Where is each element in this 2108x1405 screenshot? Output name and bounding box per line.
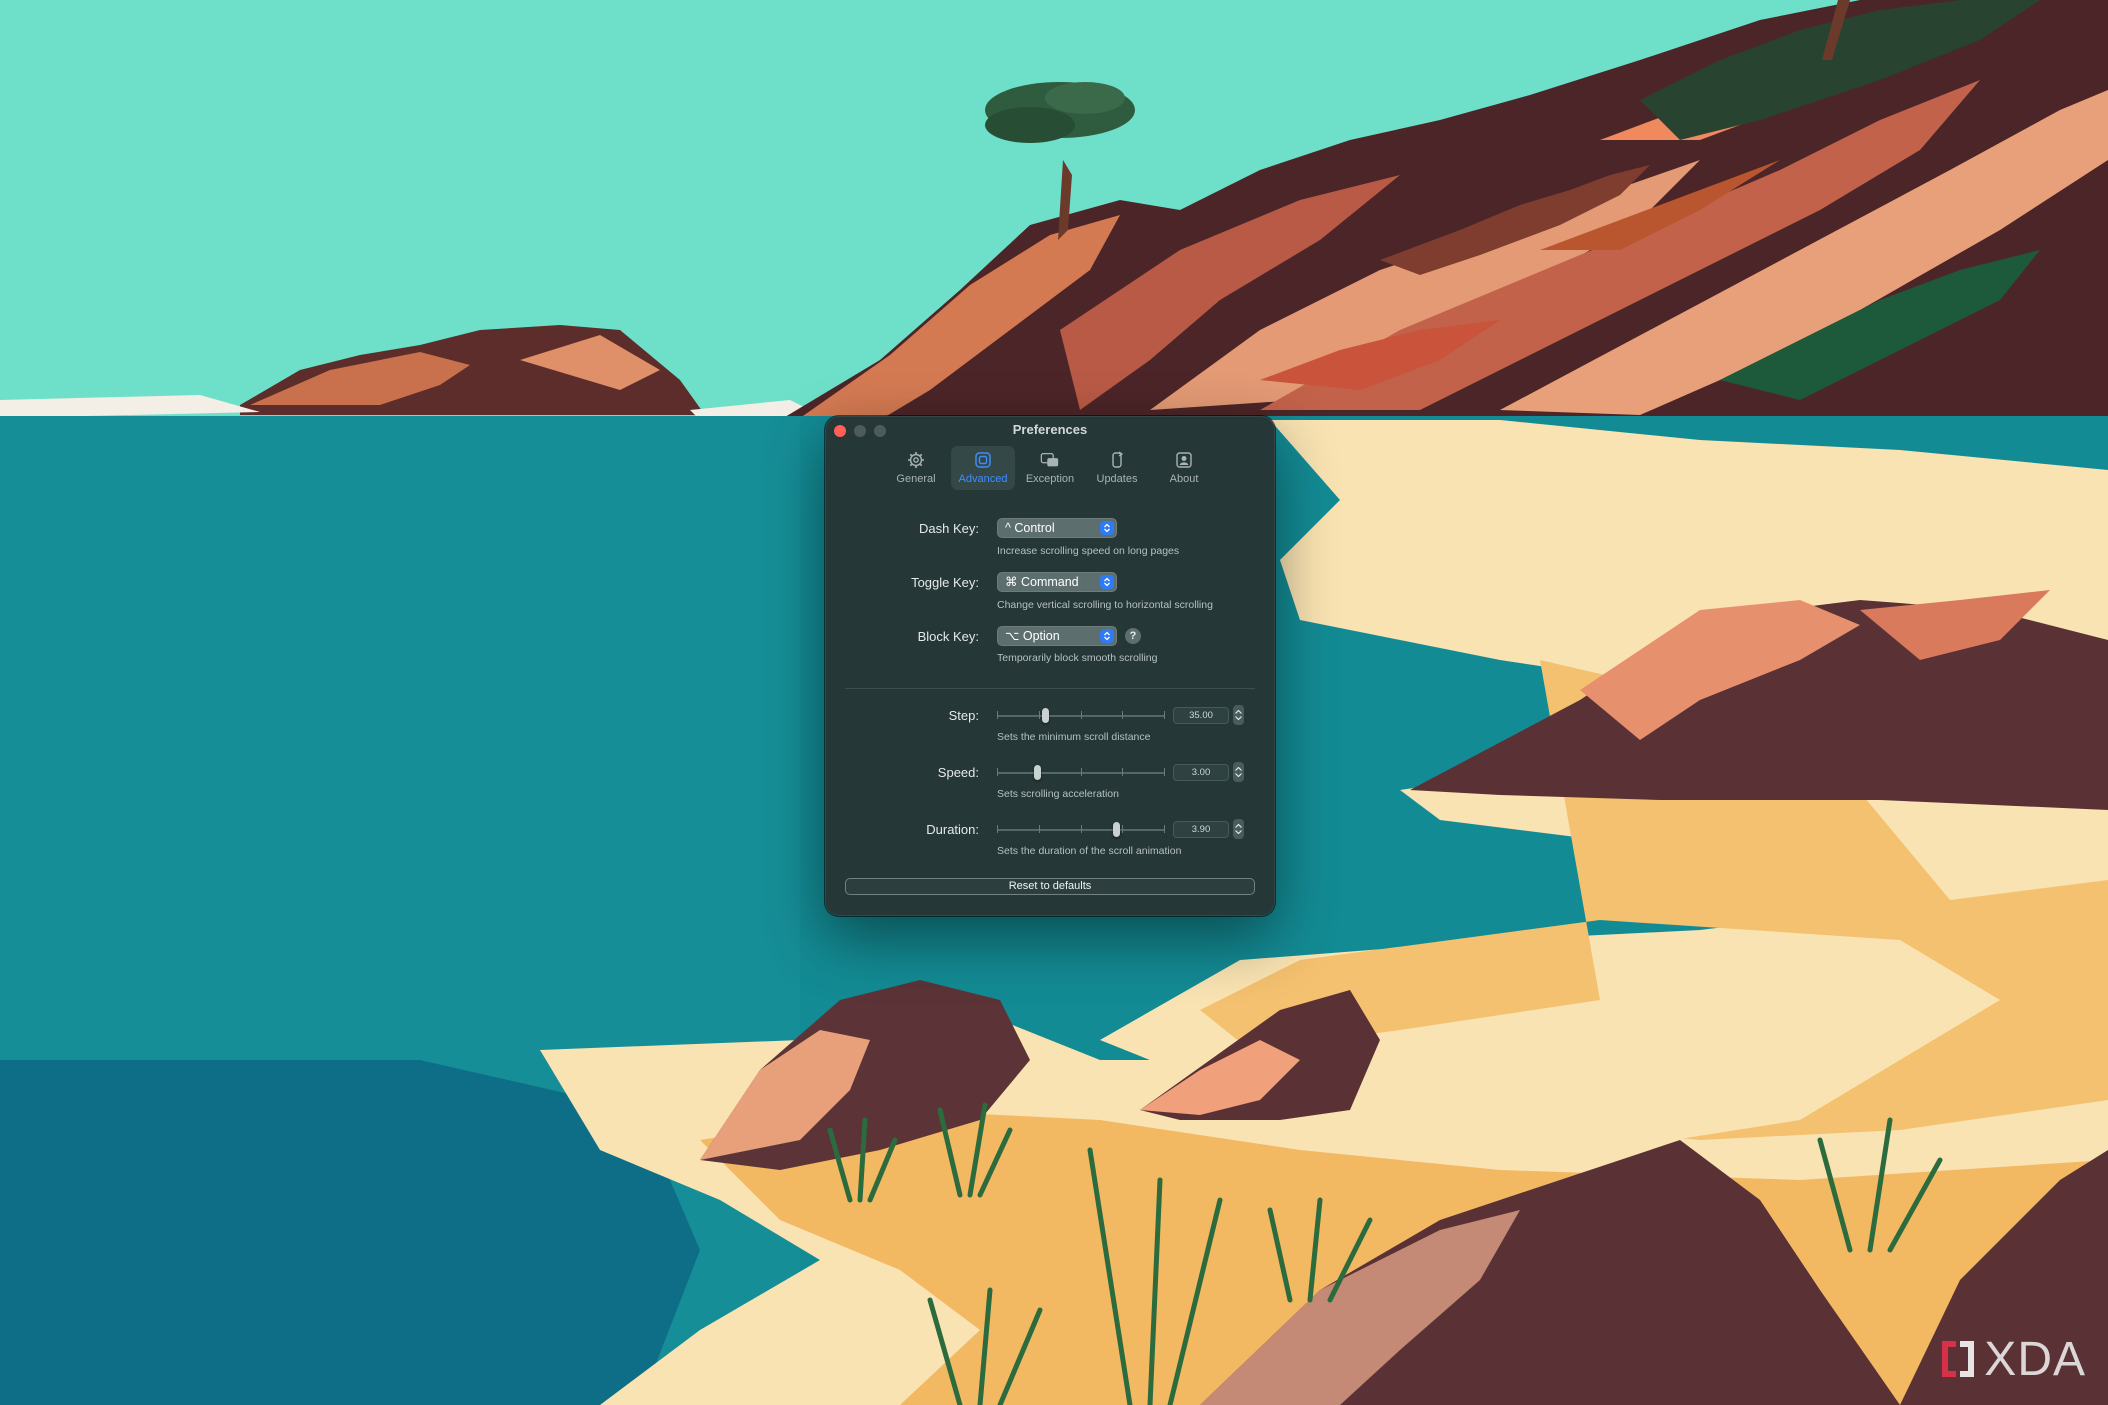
tab-about-label: About: [1169, 473, 1199, 485]
slider-tick: [1081, 825, 1082, 833]
slider-tick: [1081, 711, 1082, 719]
slider-tick: [1039, 825, 1040, 833]
chevron-updown-icon: [1100, 575, 1114, 589]
slider-tick: [1122, 825, 1123, 833]
tab-about[interactable]: About: [1152, 446, 1216, 490]
dash-key-value: ^ Control: [1005, 521, 1055, 535]
chevron-up-icon: [1235, 710, 1242, 714]
duration-slider[interactable]: [997, 820, 1165, 840]
slider-tick: [1081, 768, 1082, 776]
step-slider[interactable]: [997, 706, 1165, 726]
chevron-updown-icon: [1100, 521, 1114, 535]
gear-icon: [906, 450, 926, 470]
chevron-up-icon: [1235, 824, 1242, 828]
toggle-key-label: Toggle Key:: [911, 575, 979, 590]
chevron-down-icon: [1235, 773, 1242, 777]
slider-tick: [997, 711, 998, 719]
tab-advanced[interactable]: Advanced: [951, 446, 1015, 490]
xda-logo-icon: [1942, 1340, 1975, 1377]
slider-tick: [997, 825, 998, 833]
block-key-description: Temporarily block smooth scrolling: [997, 652, 1158, 664]
dash-key-description: Increase scrolling speed on long pages: [997, 545, 1180, 557]
block-key-value: ⌥ Option: [1005, 629, 1060, 643]
step-stepper[interactable]: [1233, 705, 1244, 725]
tab-updates-label: Updates: [1096, 473, 1138, 485]
toggle-key-description: Change vertical scrolling to horizontal …: [997, 599, 1213, 611]
speed-slider[interactable]: [997, 763, 1165, 783]
slider-tick: [997, 768, 998, 776]
advanced-icon: [973, 450, 993, 470]
slider-tick: [1122, 768, 1123, 776]
slider-tick: [1039, 711, 1040, 719]
reset-defaults-button[interactable]: Reset to defaults: [845, 878, 1255, 895]
block-key-popup[interactable]: ⌥ Option: [997, 626, 1117, 646]
slider-tick: [1164, 711, 1165, 719]
xda-watermark-text: XDA: [1984, 1333, 2086, 1386]
help-button[interactable]: ?: [1125, 628, 1141, 644]
duration-label: Duration:: [926, 822, 979, 837]
step-label: Step:: [948, 708, 979, 723]
step-value-field[interactable]: 35.00: [1173, 707, 1229, 724]
slider-tick: [1164, 825, 1165, 833]
step-description: Sets the minimum scroll distance: [997, 731, 1151, 743]
slider-tick: [1164, 768, 1165, 776]
speed-stepper[interactable]: [1233, 762, 1244, 782]
exception-icon: [1040, 450, 1060, 470]
slider-knob[interactable]: [1034, 765, 1041, 780]
window-title: Preferences: [1012, 422, 1088, 437]
duration-value-field[interactable]: 3.90: [1173, 821, 1229, 838]
speed-label: Speed:: [937, 765, 979, 780]
dash-key-popup[interactable]: ^ Control: [997, 518, 1117, 538]
toggle-key-value: ⌘ Command: [1005, 575, 1079, 589]
duration-stepper[interactable]: [1233, 819, 1244, 839]
tab-advanced-label: Advanced: [958, 473, 1008, 485]
block-key-label: Block Key:: [917, 629, 979, 644]
chevron-down-icon: [1235, 830, 1242, 834]
about-icon: [1174, 450, 1194, 470]
updates-icon: [1107, 450, 1127, 470]
slider-knob[interactable]: [1042, 708, 1049, 723]
tab-general-label: General: [896, 473, 936, 485]
section-divider: [845, 688, 1255, 689]
tab-updates[interactable]: Updates: [1085, 446, 1149, 490]
preferences-window: Preferences General Advanced Exception U…: [825, 416, 1275, 916]
toggle-key-popup[interactable]: ⌘ Command: [997, 572, 1117, 592]
chevron-updown-icon: [1100, 629, 1114, 643]
tab-general[interactable]: General: [884, 446, 948, 490]
speed-value-field[interactable]: 3.00: [1173, 764, 1229, 781]
tab-exception-label: Exception: [1025, 473, 1075, 485]
slider-knob[interactable]: [1113, 822, 1120, 837]
title-bar[interactable]: Preferences: [825, 416, 1275, 444]
chevron-down-icon: [1235, 716, 1242, 720]
xda-watermark: XDA: [1938, 1332, 2086, 1387]
tab-exception[interactable]: Exception: [1018, 446, 1082, 490]
speed-description: Sets scrolling acceleration: [997, 788, 1119, 800]
slider-tick: [1122, 711, 1123, 719]
duration-description: Sets the duration of the scroll animatio…: [997, 845, 1182, 857]
dash-key-label: Dash Key:: [919, 521, 979, 536]
preferences-toolbar: General Advanced Exception Updates About: [825, 446, 1275, 492]
chevron-up-icon: [1235, 767, 1242, 771]
